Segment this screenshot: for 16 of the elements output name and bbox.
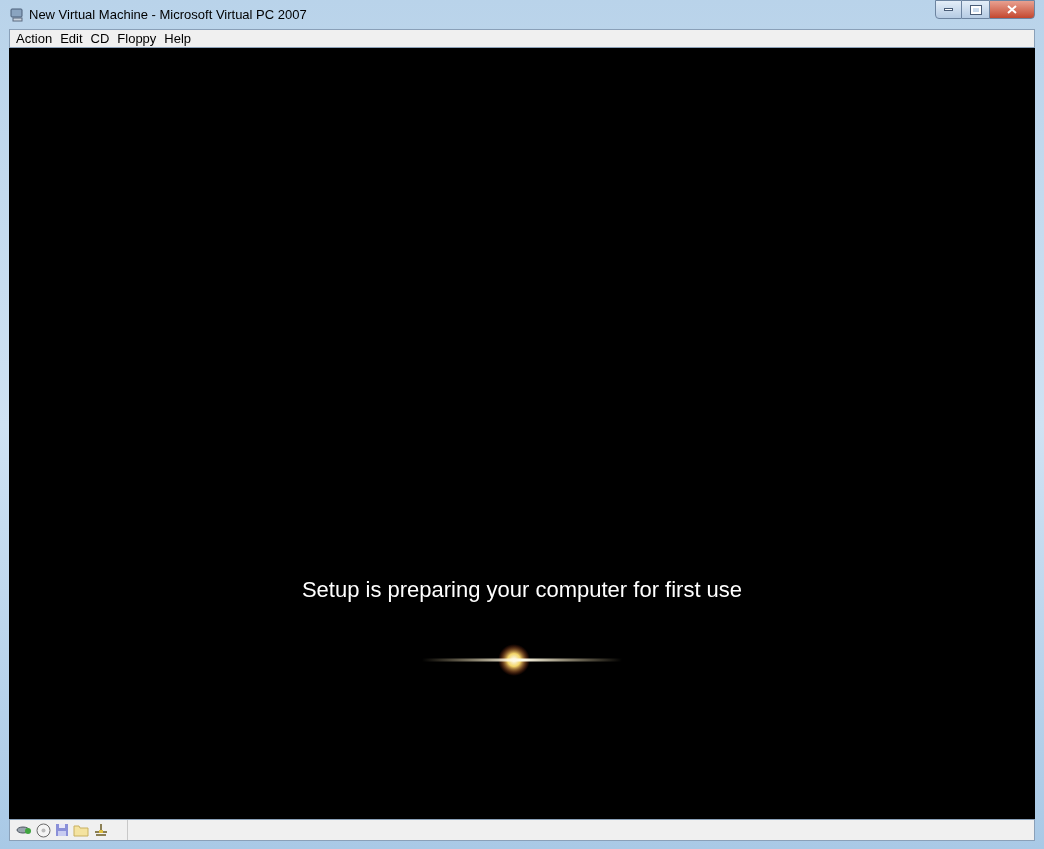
close-icon	[1007, 5, 1017, 14]
connector-icon	[93, 823, 109, 837]
window-title: New Virtual Machine - Microsoft Virtual PC 2007	[29, 5, 307, 24]
menu-item[interactable]: Floppy	[113, 30, 161, 47]
plug-icon	[16, 824, 32, 836]
menu-item[interactable]: CD	[86, 30, 114, 47]
setup-message: Setup is preparing your computer for first use	[301, 576, 743, 604]
menu-item[interactable]: Action	[12, 30, 57, 47]
minimize-button[interactable]	[935, 0, 962, 19]
menu-item[interactable]: Help	[160, 30, 196, 47]
close-button[interactable]	[989, 0, 1035, 19]
folder-icon	[73, 823, 89, 837]
disc-icon	[36, 822, 51, 838]
menu-item[interactable]: Edit	[56, 30, 87, 47]
computer-icon	[9, 6, 25, 23]
maximize-button[interactable]	[962, 0, 989, 19]
